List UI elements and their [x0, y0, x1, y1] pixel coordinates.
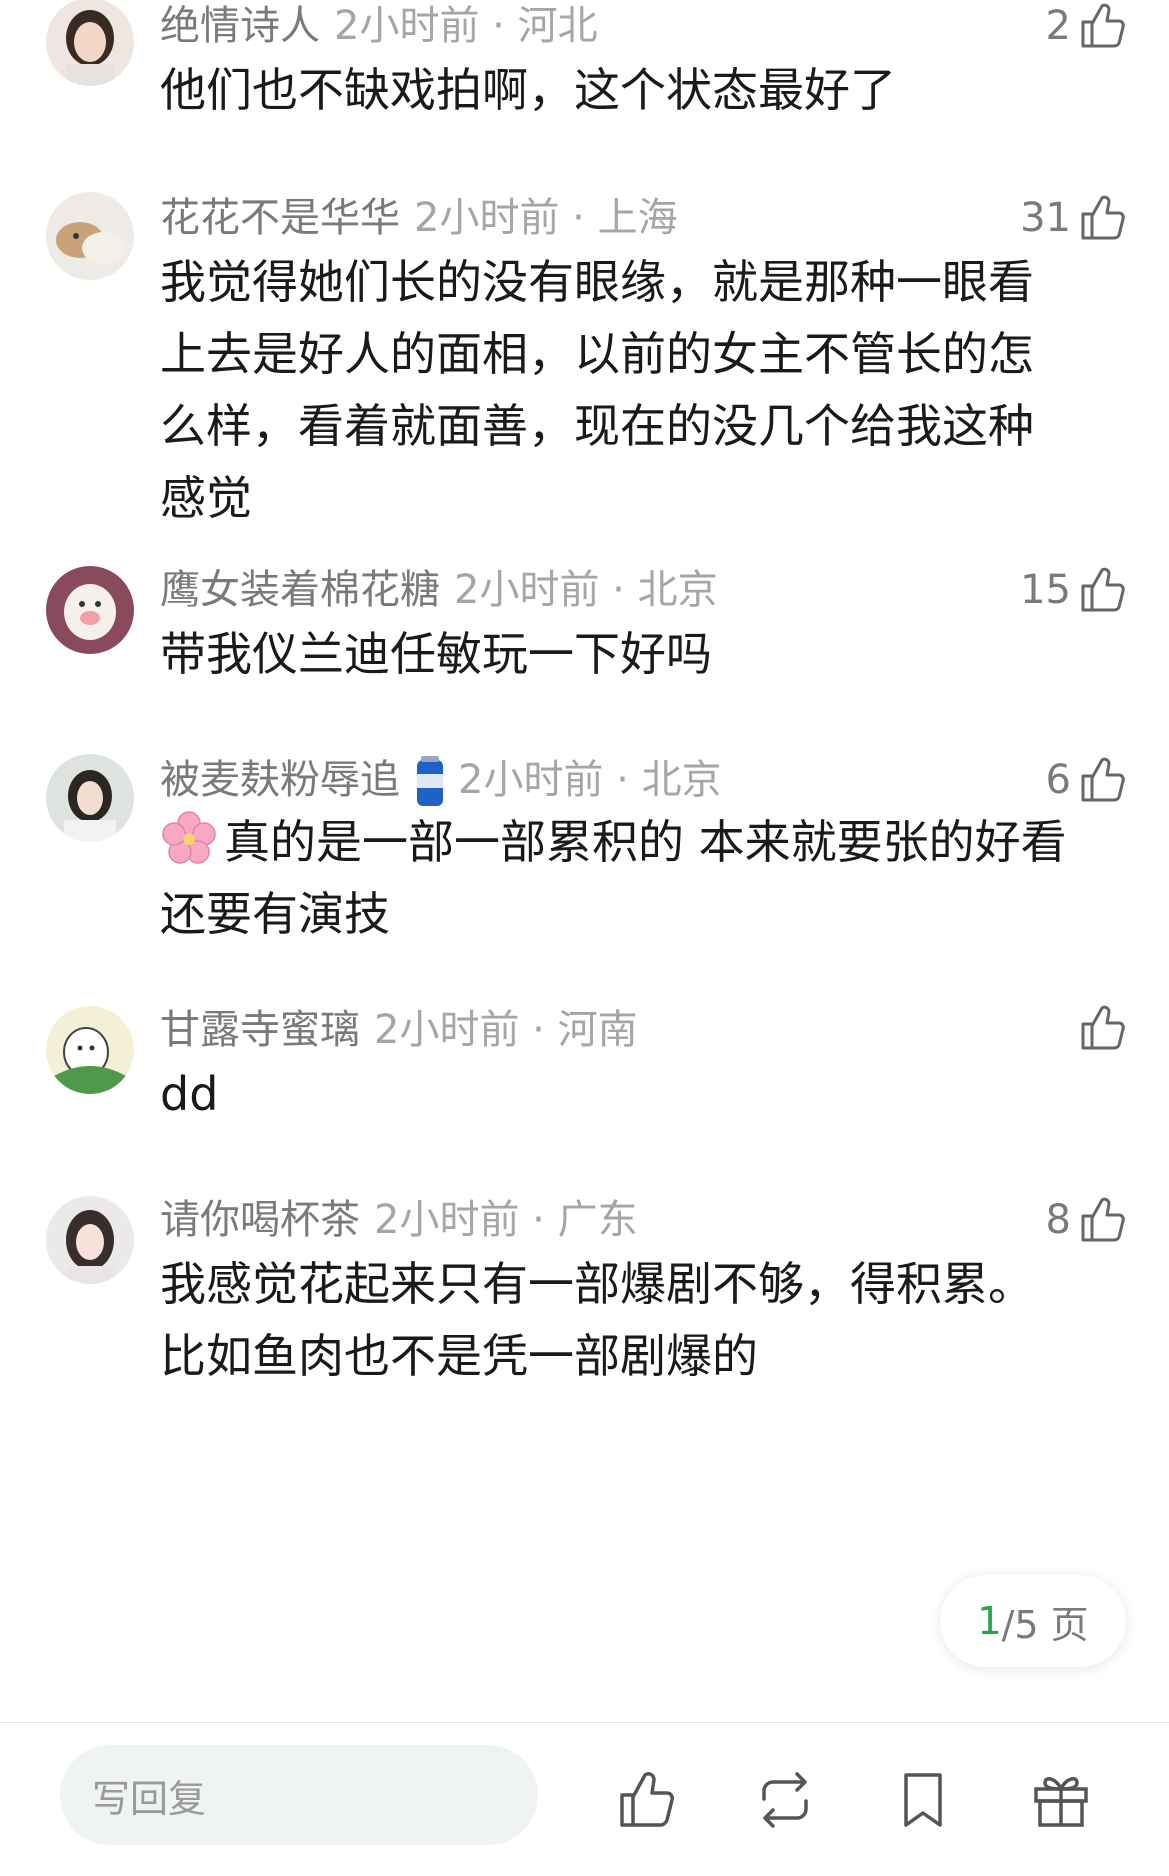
thumbs-up-icon [1081, 3, 1125, 48]
thumbs-up-icon [1081, 567, 1125, 612]
total-pages: /5 页 [1001, 1602, 1089, 1647]
time-location: 2小时前 · 河北 [334, 3, 598, 49]
like-button[interactable]: 8 [1046, 1192, 1129, 1248]
comment-text: 我觉得她们长的没有眼缘，就是那种一眼看 [160, 255, 1034, 309]
time-location: 2小时前 · 北京 [454, 567, 718, 613]
thumbs-up-icon [620, 1772, 674, 1827]
like-button[interactable] [616, 1769, 678, 1831]
avatar[interactable] [46, 1006, 134, 1094]
username[interactable]: 甘露寺蜜璃 [160, 1007, 360, 1053]
username[interactable]: 花花不是华华 [160, 195, 400, 241]
like-count: 15 [1020, 567, 1071, 613]
comment-text: 上去是好人的面相，以前的女主不管长的怎 [160, 327, 1034, 381]
like-button[interactable]: 31 [1020, 190, 1129, 246]
time-location: 2小时前 · 河南 [374, 1007, 638, 1053]
gift-button[interactable] [1030, 1769, 1092, 1831]
comment-text: dd [160, 1067, 219, 1121]
like-button[interactable]: 15 [1020, 562, 1129, 618]
comment-text: 真的是一部一部累积的 本来就要张的好看 [224, 815, 1067, 869]
time-location: 2小时前 · 北京 [458, 757, 722, 803]
bottom-action-bar: 写回复 [0, 1722, 1169, 1876]
current-page: 1 [977, 1599, 1002, 1643]
like-count: 6 [1045, 757, 1071, 803]
avatar[interactable] [46, 0, 134, 86]
comment-text: 他们也不缺戏拍啊，这个状态最好了 [160, 63, 896, 117]
reply-placeholder: 写回复 [92, 1776, 207, 1821]
comment-text: 比如鱼肉也不是凭一部剧爆的 [160, 1329, 758, 1383]
gift-icon [1034, 1777, 1088, 1827]
repost-button[interactable] [754, 1769, 816, 1831]
thumbs-up-icon [1081, 757, 1125, 802]
beverage-can-badge [417, 756, 443, 806]
page-indicator[interactable]: 1/5 页 [940, 1575, 1126, 1667]
avatar[interactable] [46, 192, 134, 280]
cherry-blossom-emoji [162, 811, 216, 864]
like-count: 8 [1045, 1197, 1071, 1243]
avatar[interactable] [46, 754, 134, 842]
username[interactable]: 请你喝杯茶 [160, 1197, 360, 1243]
thumbs-up-icon [1081, 1005, 1125, 1050]
time-location: 2小时前 · 广东 [374, 1197, 638, 1243]
repost-icon [762, 1772, 808, 1828]
bookmark-button[interactable] [892, 1769, 954, 1831]
like-button[interactable]: 2 [1046, 0, 1129, 54]
like-count: 31 [1020, 195, 1071, 241]
username[interactable]: 被麦麸粉辱追 [160, 757, 400, 803]
comment-text: 感觉 [160, 471, 252, 525]
comment-text: 带我仪兰迪任敏玩一下好吗 [160, 627, 712, 681]
avatar[interactable] [46, 1196, 134, 1284]
like-count: 2 [1045, 3, 1071, 49]
thumbs-up-icon [1081, 1197, 1125, 1242]
comment-text: 还要有演技 [160, 887, 390, 941]
reply-input[interactable]: 写回复 [60, 1745, 538, 1845]
comment-text: 我感觉花起来只有一部爆剧不够，得积累。 [160, 1257, 1034, 1311]
username[interactable]: 鹰女装着棉花糖 [160, 567, 440, 613]
username[interactable]: 绝情诗人 [160, 3, 320, 49]
bookmark-icon [904, 1773, 942, 1827]
like-button[interactable] [1071, 1000, 1129, 1056]
thumbs-up-icon [1081, 195, 1125, 240]
like-button[interactable]: 6 [1046, 752, 1129, 808]
avatar[interactable] [46, 566, 134, 654]
comment-text: 么样，看着就面善，现在的没几个给我这种 [160, 399, 1034, 453]
time-location: 2小时前 · 上海 [414, 195, 678, 241]
